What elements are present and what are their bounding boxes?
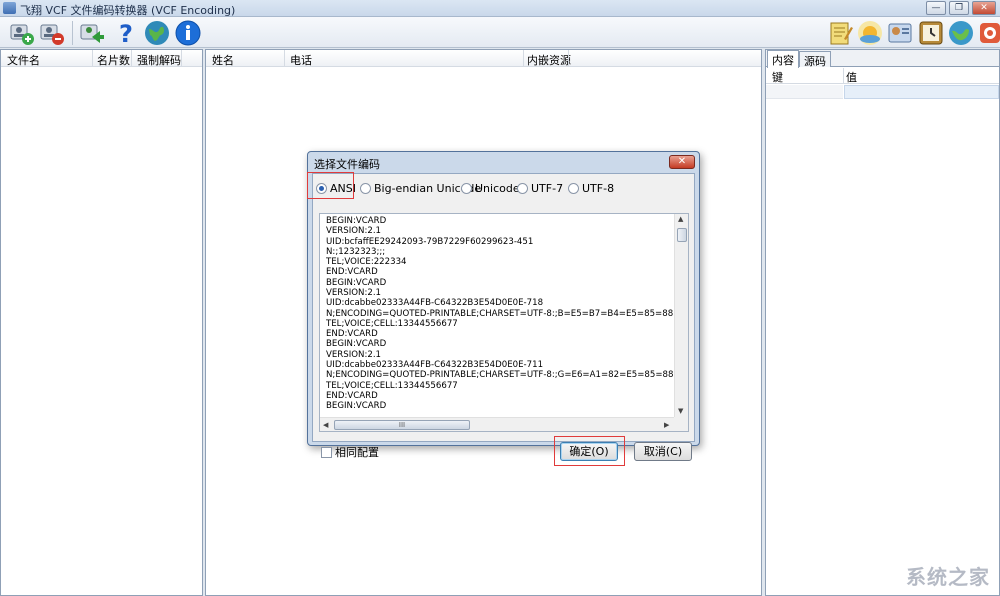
detail-row-value[interactable] [844,85,999,99]
tab-source[interactable]: 源码 [799,51,831,68]
content-line: VERSION:2.1 [326,226,382,237]
close-button[interactable]: ✕ [972,1,996,15]
detail-row-key [766,85,843,99]
settings-icon[interactable] [976,19,1000,47]
content-line: TEL;VOICE:222334 [326,257,407,268]
horizontal-scrollbar[interactable]: ◀ III ▶ [320,417,676,431]
column-header-phone[interactable]: 电话 [290,52,312,68]
content-line: TEL;VOICE;CELL:13344556677 [326,380,458,391]
column-header-key[interactable]: 键 [772,69,783,85]
clock-board-icon[interactable] [917,19,945,47]
column-header-force-decode[interactable]: 强制解码 [137,52,181,68]
radio-utf8[interactable]: UTF-8 [568,182,614,196]
globe-icon[interactable] [947,19,975,47]
content-line: END:VCARD [326,390,378,401]
content-line: UID:bcfaffEE29242093-79B7229F60299623-45… [326,236,534,247]
encoding-dialog: 选择文件编码 ✕ ANSI Big-endian Unicode Unicode… [307,151,700,466]
radio-utf7[interactable]: UTF-7 [517,182,563,196]
column-header-name[interactable]: 姓名 [212,52,234,68]
radio-unicode[interactable]: Unicode [461,182,520,196]
detail-pane: 内容 源码 键 值 [765,49,1000,596]
toolbar-separator [72,21,73,45]
notepad-icon[interactable] [826,19,854,47]
content-line: N:;1232323;;; [326,246,386,257]
horizontal-scroll-thumb[interactable]: III [334,420,470,430]
web-icon[interactable] [143,19,171,47]
watermark-logo: 系统之家 [906,565,990,589]
dialog-close-button[interactable]: ✕ [669,155,695,169]
content-line: TEL;VOICE;CELL:13344556677 [326,318,458,329]
restore-button[interactable]: ❐ [949,1,969,15]
cancel-button[interactable]: 取消(C) [634,442,692,461]
detail-header: 键 值 [766,68,999,84]
column-header-card-count[interactable]: 名片数 [97,52,130,68]
contact-list-header: 姓名 电话 内嵌资源 [206,50,761,67]
content-line: END:VCARD [326,267,378,278]
content-line: VERSION:2.1 [326,349,382,360]
app-icon [3,2,16,14]
column-header-filename[interactable]: 文件名 [7,52,40,68]
remove-contact-icon[interactable] [38,19,66,47]
column-header-embedded-resources[interactable]: 内嵌资源 [527,52,571,68]
toolbar: ? [0,17,1000,48]
tab-content[interactable]: 内容 [767,50,799,68]
dialog-title: 选择文件编码 [314,158,380,171]
minimize-button[interactable]: — [926,1,946,15]
contacts-card-icon[interactable] [886,19,914,47]
radio-ansi[interactable]: ANSI [316,182,356,196]
column-header-value[interactable]: 值 [846,69,857,85]
file-content-textarea[interactable]: BEGIN:VCARD VERSION:2.1 UID:bcfaffEE292420… [319,213,689,432]
scroll-corner [674,417,688,431]
detail-tabs: 内容 源码 [766,50,999,68]
dialog-body: ANSI Big-endian Unicode Unicode UTF-7 UT… [307,172,695,466]
content-line: UID:dcabbe02333A44FB-C64322B3E54D0E0E-71… [326,359,544,370]
vertical-scroll-thumb[interactable] [677,228,687,242]
ok-button[interactable]: 确定(O) [560,442,618,461]
file-content-lines: BEGIN:VCARD VERSION:2.1 UID:bcfaffEE292420… [326,216,676,411]
export-contact-icon[interactable] [78,19,106,47]
title-bar: 飞翔 VCF 文件编码转换器 (VCF Encoding) — ❐ ✕ [0,0,1000,17]
content-line: VERSION:2.1 [326,287,382,298]
content-line: N;ENCODING=QUOTED-PRINTABLE;CHARSET=UTF-… [326,308,676,319]
help-icon[interactable]: ? [112,19,140,48]
file-list-header: 文件名 名片数 强制解码 [1,50,202,67]
svg-text:?: ? [119,20,133,47]
vertical-scrollbar[interactable]: ▲ ▼ [674,214,688,418]
file-list-pane[interactable]: 文件名 名片数 强制解码 [0,49,203,596]
content-line: BEGIN:VCARD [326,277,387,288]
content-line: BEGIN:VCARD [326,216,387,226]
content-line: END:VCARD [326,329,378,340]
window-title: 飞翔 VCF 文件编码转换器 (VCF Encoding) [20,4,236,17]
sun-icon[interactable] [856,19,884,47]
same-config-checkbox[interactable]: 相同配置 [321,444,379,460]
content-line: UID:dcabbe02333A44FB-C64322B3E54D0E0E-71… [326,298,544,309]
content-line: N;ENCODING=QUOTED-PRINTABLE;CHARSET=UTF-… [326,370,676,381]
content-line: BEGIN:VCARD [326,339,387,350]
info-icon[interactable] [174,19,202,47]
content-line: BEGIN:VCARD [326,401,387,412]
add-contact-icon[interactable] [8,19,36,47]
